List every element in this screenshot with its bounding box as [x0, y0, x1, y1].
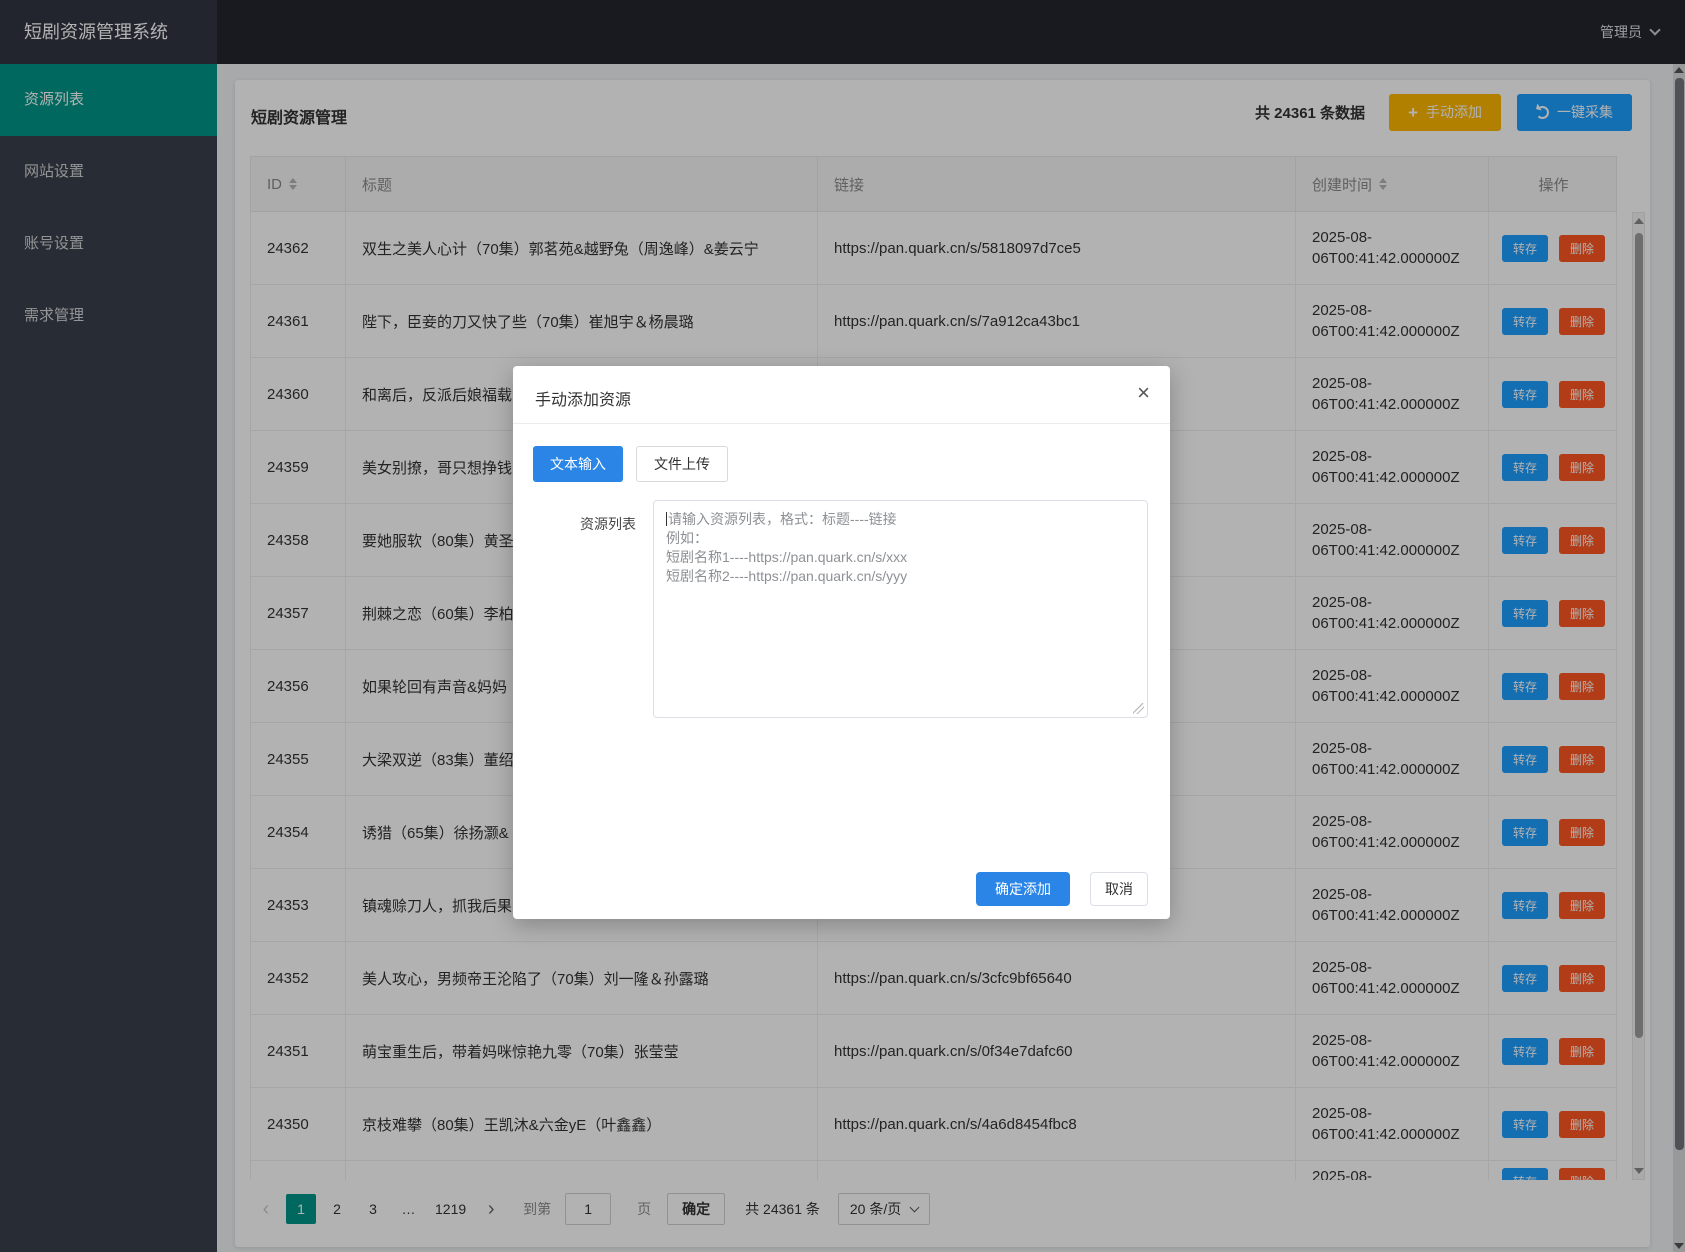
resource-list-textarea[interactable]: 请输入资源列表，格式：标题----链接 例如： 短剧名称1----https://p… [653, 500, 1148, 718]
modal-tab-1[interactable]: 文件上传 [636, 446, 728, 482]
close-icon[interactable]: × [1137, 382, 1150, 404]
modal-header: 手动添加资源 × [513, 366, 1170, 424]
modal-tabs: 文本输入 文件上传 [533, 446, 728, 482]
app-root: 短剧资源管理系统 资源列表 网站设置 账号设置 需求管理 管理员 短剧资源管理 共 2… [0, 0, 1685, 1252]
resource-list-label: 资源列表 [580, 516, 636, 532]
textarea-placeholder-line: 短剧名称2----https://pan.quark.cn/s/yyy [666, 568, 908, 584]
modal-confirm-button[interactable]: 确定添加 [976, 872, 1070, 906]
resize-handle-icon[interactable] [1133, 703, 1144, 714]
modal-title: 手动添加资源 [535, 392, 632, 409]
textarea-placeholder-line: 短剧名称1----https://pan.quark.cn/s/xxx [666, 549, 908, 565]
modal-cancel-button[interactable]: 取消 [1090, 872, 1148, 906]
textarea-placeholder-line: 请输入资源列表，格式：标题----链接 [666, 511, 897, 527]
manual-add-modal: 手动添加资源 × 文本输入 文件上传 资源列表 请输入资源列表，格式：标题----… [513, 366, 1170, 919]
text-cursor [666, 512, 667, 526]
modal-tab-0[interactable]: 文本输入 [533, 446, 623, 482]
textarea-placeholder-line: 例如： [666, 530, 708, 546]
